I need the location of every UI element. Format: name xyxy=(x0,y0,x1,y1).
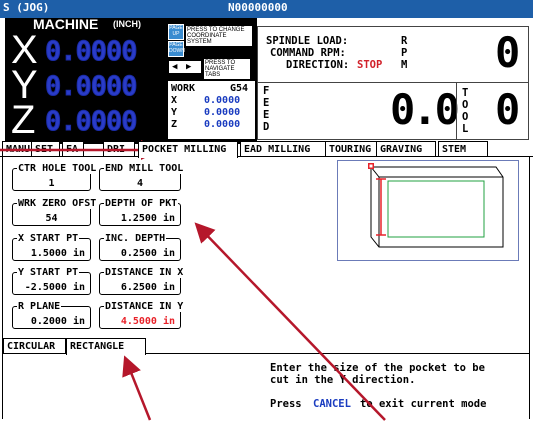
arrow-to-depth-field xyxy=(194,222,386,421)
arrow-to-rectangle-tab xyxy=(122,355,152,421)
tab-pocket-milling[interactable]: POCKET MILLING xyxy=(138,141,238,158)
annotation-arrows xyxy=(0,140,386,421)
tab-rectangle[interactable]: RECTANGLE xyxy=(66,338,146,355)
